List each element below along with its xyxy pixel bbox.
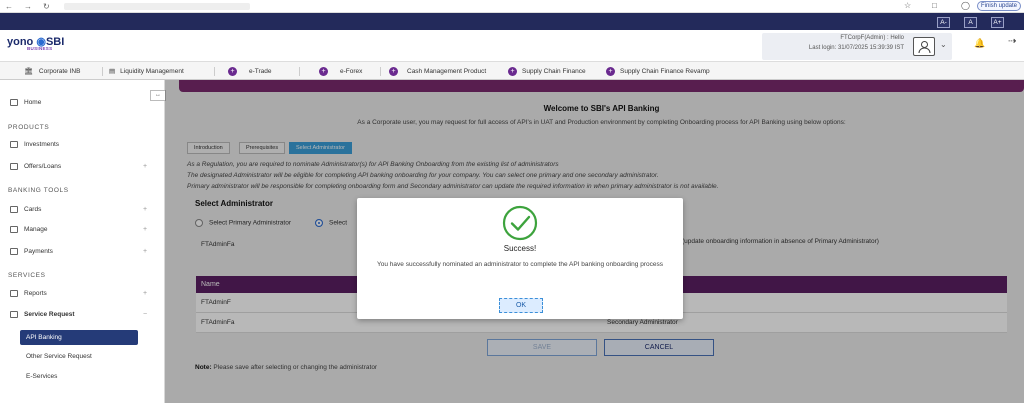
nav-supply-chain[interactable]: + Supply Chain Finance	[508, 66, 586, 77]
sidebar-item-cards[interactable]: Cards	[10, 206, 41, 213]
investments-icon	[10, 141, 18, 148]
manage-icon	[10, 226, 18, 233]
sidebar-label: Payments	[24, 248, 53, 256]
nav-divider	[214, 67, 215, 76]
home-icon	[10, 99, 18, 106]
sidebar-item-api-banking[interactable]: API Banking	[20, 330, 138, 345]
nav-divider	[102, 67, 103, 76]
sidebar-item-offers[interactable]: Offers/Loans	[10, 163, 61, 170]
finish-update-button[interactable]: Finish update	[977, 1, 1021, 11]
dialog-title: Success!	[503, 244, 537, 253]
font-decrease-button[interactable]: A-	[937, 17, 950, 28]
user-greeting: FTCorpF(Admin) : Hello	[840, 35, 904, 41]
sidebar-item-investments[interactable]: Investments	[10, 141, 59, 148]
reports-icon	[10, 290, 18, 297]
sidebar-item-home[interactable]: Home	[10, 99, 41, 106]
sidebar-label: Offers/Loans	[24, 163, 62, 171]
nav-supply-chain-revamp[interactable]: + Supply Chain Finance Revamp	[606, 66, 710, 77]
expand-icon[interactable]: +	[143, 163, 147, 170]
logout-icon[interactable]: ⇢	[1008, 36, 1016, 47]
sidebar-label: Investments	[24, 141, 60, 149]
sidebar-item-reports[interactable]: Reports	[10, 290, 47, 297]
sidebar-label: Manage	[24, 226, 48, 234]
expand-icon[interactable]: +	[143, 248, 147, 255]
sidebar-label: Cards	[24, 206, 42, 214]
ok-button[interactable]: OK	[499, 298, 543, 313]
collapse-icon[interactable]: −	[143, 311, 147, 318]
avatar[interactable]	[913, 37, 935, 56]
extensions-icon[interactable]: □	[932, 1, 937, 10]
list-icon	[10, 311, 18, 318]
nav-label: Supply Chain Finance	[522, 68, 586, 75]
nav-label: Cash Management Product	[407, 68, 487, 75]
chevron-down-icon[interactable]: ⌄	[940, 40, 947, 49]
offers-icon	[10, 163, 18, 170]
back-icon[interactable]: ←	[5, 2, 13, 11]
address-bar[interactable]	[64, 3, 250, 10]
sidebar-item-payments[interactable]: Payments	[10, 248, 53, 255]
last-login: Last login: 31/07/2025 15:39:39 IST	[808, 45, 904, 51]
section-banking-tools: BANKING TOOLS	[8, 187, 69, 194]
bank-icon: 🏛	[24, 68, 33, 75]
section-products: PRODUCTS	[8, 124, 50, 131]
expand-icon[interactable]: +	[143, 206, 147, 213]
star-icon[interactable]: ☆	[904, 1, 911, 10]
payments-icon	[10, 248, 18, 255]
doc-icon: ▤	[109, 68, 116, 75]
dialog-message: You have successfully nominated an admin…	[377, 261, 663, 268]
sidebar-item-service-request[interactable]: Service Request	[10, 311, 75, 318]
nav-divider	[299, 67, 300, 76]
sidebar-label: Reports	[24, 290, 47, 298]
nav-label: Corporate INB	[38, 68, 81, 75]
plus-icon: +	[606, 66, 615, 76]
font-normal-button[interactable]: A	[964, 17, 977, 28]
nav-label: e-Trade	[249, 68, 272, 75]
expand-icon[interactable]: +	[143, 290, 147, 297]
plus-icon: +	[228, 66, 237, 76]
user-line: FTCorpF(Admin) : Hello	[840, 35, 904, 41]
top-strip: A- A A+	[0, 13, 1024, 30]
profile-icon[interactable]: ◯	[961, 1, 970, 10]
collapse-sidebar-button[interactable]: ↔	[150, 90, 166, 101]
browser-toolbar: ← → ↻ ☆ □ ◯ Finish update	[0, 0, 1024, 13]
forward-icon[interactable]: →	[24, 2, 32, 11]
success-dialog: Success! You have successfully nominated…	[357, 198, 683, 319]
nav-label: Supply Chain Finance Revamp	[620, 68, 710, 75]
nav-liquidity[interactable]: ▤ Liquidity Management	[109, 66, 184, 77]
sidebar-item-eservices[interactable]: E-Services	[26, 373, 57, 380]
nav-eforex[interactable]: + e-Forex	[319, 66, 362, 77]
nav-label: Liquidity Management	[120, 68, 184, 75]
plus-icon: +	[319, 66, 328, 76]
sidebar-label: Home	[24, 99, 42, 107]
section-services: SERVICES	[8, 272, 46, 279]
bell-icon[interactable]: 🔔	[974, 38, 985, 49]
app-header: yono ◉SBI BUSINESS FTCorpF(Admin) : Hell…	[0, 30, 1024, 62]
plus-icon: +	[389, 66, 398, 76]
plus-icon: +	[508, 66, 517, 76]
check-circle-icon	[502, 205, 538, 241]
sidebar-label: Service Request	[24, 311, 75, 319]
reload-icon[interactable]: ↻	[43, 2, 50, 11]
card-icon	[10, 206, 18, 213]
sidebar: Home PRODUCTS Investments Offers/Loans +…	[0, 80, 165, 403]
font-increase-button[interactable]: A+	[991, 17, 1004, 28]
nav-divider	[380, 67, 381, 76]
logo-subtitle: BUSINESS	[27, 46, 53, 51]
nav-label: e-Forex	[340, 68, 363, 75]
sidebar-item-manage[interactable]: Manage	[10, 226, 48, 233]
nav-cash-management[interactable]: + Cash Management Product	[389, 66, 486, 77]
nav-corporate-inb[interactable]: 🏛 Corporate INB	[24, 66, 80, 77]
product-nav: 🏛 Corporate INB ▤ Liquidity Management + e-…	[0, 62, 1024, 80]
user-box: FTCorpF(Admin) : Hello Last login: 31/07…	[762, 33, 952, 60]
expand-icon[interactable]: +	[143, 226, 147, 233]
sidebar-item-other-service[interactable]: Other Service Request	[26, 353, 92, 360]
nav-etrade[interactable]: + e-Trade	[228, 66, 272, 77]
